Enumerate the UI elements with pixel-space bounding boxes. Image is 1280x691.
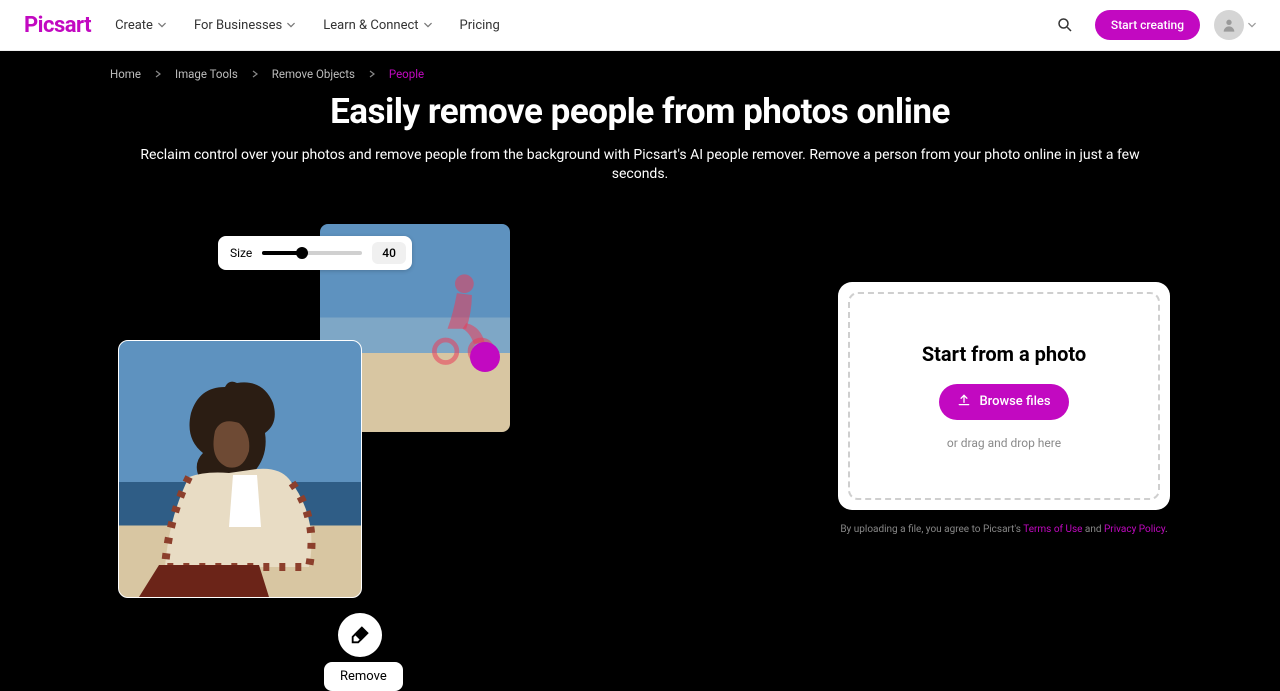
upload-dropzone[interactable]: Start from a photo Browse files or drag … [848, 292, 1160, 500]
browse-files-button[interactable]: Browse files [939, 384, 1068, 420]
chevron-down-icon [424, 21, 432, 29]
nav-item-learn[interactable]: Learn & Connect [323, 18, 431, 33]
main-columns: Size 40 [0, 220, 1280, 600]
upload-icon [957, 393, 971, 411]
avatar-icon [1214, 10, 1244, 40]
size-label: Size [230, 246, 252, 260]
breadcrumb: Home Image Tools Remove Objects People [110, 51, 1280, 89]
nav-item-pricing[interactable]: Pricing [460, 18, 500, 33]
chevron-right-icon [252, 70, 258, 78]
header-right: Start creating [1049, 9, 1256, 41]
remove-tooltip: Remove [324, 662, 403, 691]
chevron-down-icon [1248, 21, 1256, 29]
search-icon[interactable] [1049, 9, 1081, 41]
size-value: 40 [372, 242, 406, 264]
brush-cursor-icon [470, 342, 500, 372]
page-title: Easily remove people from photos online [110, 91, 1170, 132]
chevron-right-icon [155, 70, 161, 78]
header-left: Picsart Create For Businesses Learn & Co… [24, 13, 500, 38]
breadcrumb-people: People [389, 67, 424, 81]
hero: Easily remove people from photos online … [0, 91, 1280, 184]
demo-photo-after [118, 340, 362, 598]
legal-period: . [1165, 524, 1168, 535]
upload-column: Start from a photo Browse files or drag … [838, 282, 1170, 535]
terms-link[interactable]: Terms of Use [1023, 524, 1082, 535]
page-content: Home Image Tools Remove Objects People E… [0, 51, 1280, 629]
demo-illustration: Size 40 [110, 220, 610, 600]
brand-logo[interactable]: Picsart [24, 13, 91, 38]
legal-prefix: By uploading a file, you agree to Picsar… [840, 524, 1023, 535]
brush-size-control[interactable]: Size 40 [218, 236, 412, 270]
nav-label: Pricing [460, 18, 500, 33]
nav-label: Learn & Connect [323, 18, 418, 33]
nav-item-create[interactable]: Create [115, 18, 166, 33]
browse-label: Browse files [979, 394, 1050, 409]
legal-and: and [1082, 524, 1104, 535]
main-nav: Create For Businesses Learn & Connect Pr… [115, 18, 500, 33]
nav-item-businesses[interactable]: For Businesses [194, 18, 295, 33]
start-creating-button[interactable]: Start creating [1095, 10, 1200, 40]
person-silhouette-icon [129, 367, 359, 597]
breadcrumb-image-tools[interactable]: Image Tools [175, 67, 238, 81]
nav-label: Create [115, 18, 153, 33]
upload-legal: By uploading a file, you agree to Picsar… [838, 524, 1170, 535]
breadcrumb-home[interactable]: Home [110, 67, 141, 81]
breadcrumb-remove-objects[interactable]: Remove Objects [272, 67, 355, 81]
upload-card: Start from a photo Browse files or drag … [838, 282, 1170, 510]
upload-title: Start from a photo [870, 342, 1138, 366]
privacy-link[interactable]: Privacy Policy [1104, 524, 1165, 535]
nav-label: For Businesses [194, 18, 282, 33]
chevron-down-icon [287, 21, 295, 29]
page-subtitle: Reclaim control over your photos and rem… [140, 146, 1140, 184]
eraser-fab-icon [338, 613, 382, 657]
chevron-right-icon [369, 70, 375, 78]
size-slider[interactable] [262, 251, 362, 255]
chevron-down-icon [158, 21, 166, 29]
account-menu[interactable] [1214, 10, 1256, 40]
drag-hint: or drag and drop here [870, 436, 1138, 450]
slider-knob[interactable] [296, 247, 308, 259]
top-header: Picsart Create For Businesses Learn & Co… [0, 0, 1280, 51]
